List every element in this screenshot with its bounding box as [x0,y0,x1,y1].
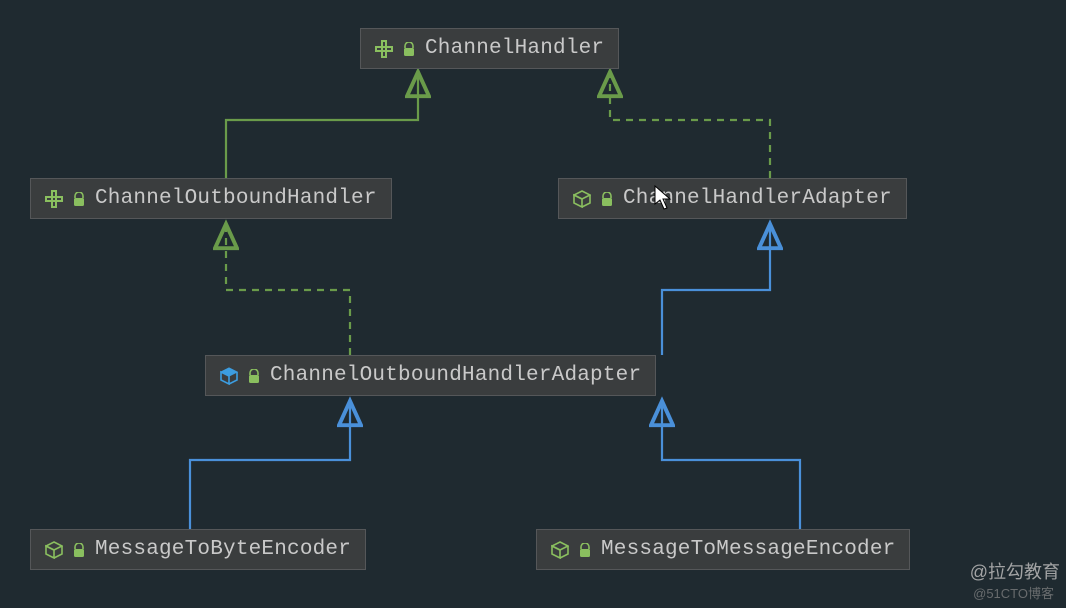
node-message-to-message-encoder[interactable]: MessageToMessageEncoder [536,529,910,570]
lock-icon [579,543,591,558]
node-label: MessageToByteEncoder [95,538,351,561]
node-channel-outbound-handler-adapter[interactable]: ChannelOutboundHandlerAdapter [205,355,656,396]
connectors-layer [0,0,1066,608]
node-label: ChannelHandlerAdapter [623,187,892,210]
class-icon [45,541,63,559]
lock-icon [73,192,85,207]
class-icon [551,541,569,559]
lock-icon [73,543,85,558]
watermark-secondary: @51CTO博客 [973,583,1054,602]
class-icon [220,367,238,385]
class-icon [573,190,591,208]
node-message-to-byte-encoder[interactable]: MessageToByteEncoder [30,529,366,570]
lock-icon [601,192,613,207]
node-channel-handler[interactable]: ChannelHandler [360,28,619,69]
lock-icon [403,42,415,57]
node-channel-outbound-handler[interactable]: ChannelOutboundHandler [30,178,392,219]
node-channel-handler-adapter[interactable]: ChannelHandlerAdapter [558,178,907,219]
node-label: ChannelOutboundHandlerAdapter [270,364,641,387]
interface-icon [45,190,63,208]
lock-icon [248,369,260,384]
interface-icon [375,40,393,58]
node-label: ChannelOutboundHandler [95,187,377,210]
watermark-primary: @拉勾教育 [970,558,1060,584]
node-label: ChannelHandler [425,37,604,60]
node-label: MessageToMessageEncoder [601,538,895,561]
